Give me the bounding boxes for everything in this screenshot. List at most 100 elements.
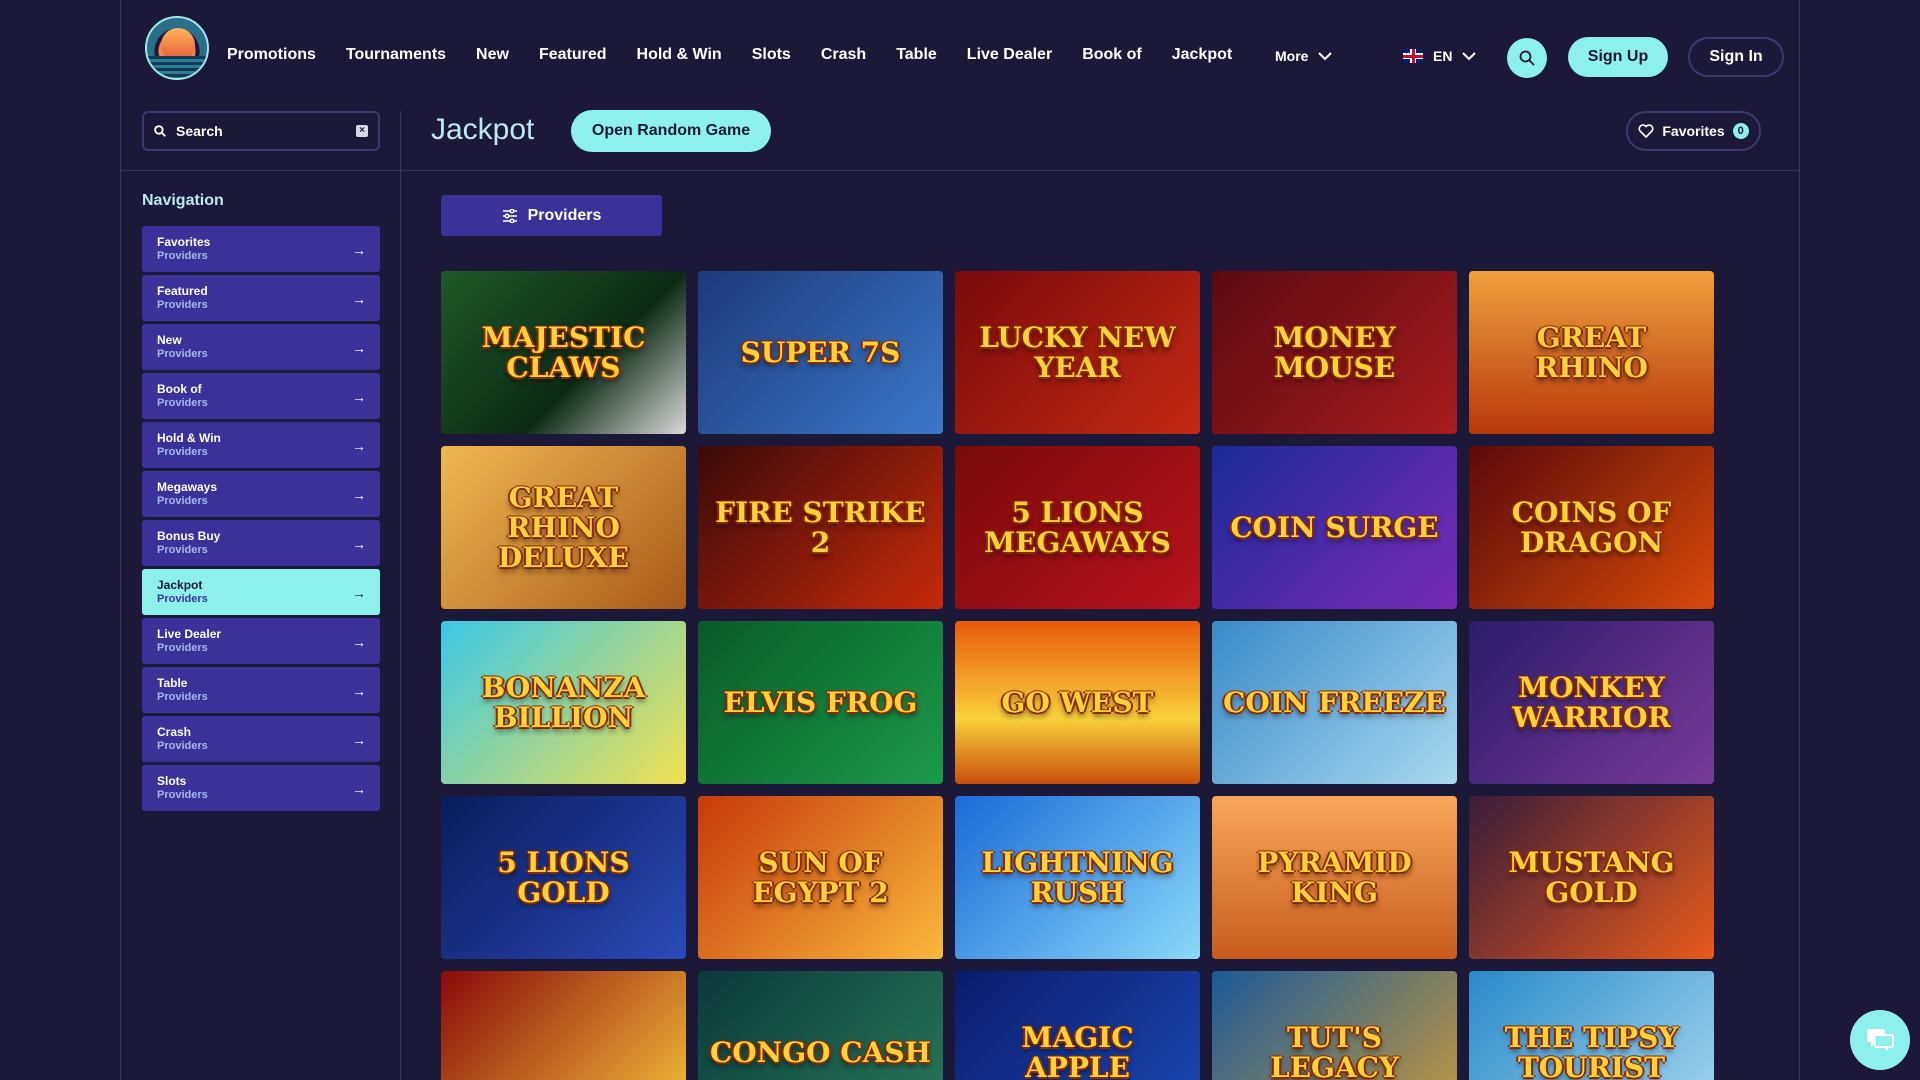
sidebar-item-bonus-buy[interactable]: Bonus Buy Providers →	[142, 520, 380, 566]
sidebar-item-title: Hold & Win	[157, 431, 221, 445]
logo[interactable]	[145, 16, 209, 80]
sidebar-item-title: New	[157, 333, 182, 347]
game-tile[interactable]: Sun of Egypt 2	[698, 796, 943, 959]
game-title: Coin Freeze	[1223, 685, 1446, 719]
uk-flag-icon	[1403, 49, 1423, 63]
nav-new[interactable]: New	[476, 46, 509, 64]
game-tile[interactable]: Elvis Frog	[698, 621, 943, 784]
sidebar-item-subtitle: Providers	[157, 642, 208, 654]
favorites-button[interactable]: Favorites 0	[1626, 111, 1761, 151]
game-title: Magic Apple	[1021, 1020, 1134, 1080]
game-title: The Tipsy Tourist	[1504, 1020, 1679, 1080]
game-tile[interactable]: Monkey Warrior	[1469, 621, 1714, 784]
page-frame: Promotions Tournaments New Featured Hold…	[120, 0, 1801, 1080]
game-tile[interactable]: Lightning Rush	[955, 796, 1200, 959]
sidebar-item-title: Bonus Buy	[157, 529, 221, 543]
language-selector[interactable]: EN	[1403, 48, 1477, 64]
game-title: 5 Lions Gold	[497, 845, 630, 909]
game-tile[interactable]: Majestic Claws	[441, 271, 686, 434]
providers-filter-button[interactable]: Providers	[441, 195, 662, 236]
sidebar-item-title: Slots	[157, 774, 187, 788]
chat-icon	[1867, 1029, 1894, 1051]
sidebar-item-title: Live Dealer	[157, 627, 222, 641]
sidebar-item-hold-win[interactable]: Hold & Win Providers →	[142, 422, 380, 468]
sidebar-item-favorites[interactable]: Favorites Providers →	[142, 226, 380, 272]
nav-table[interactable]: Table	[896, 46, 937, 64]
game-tile[interactable]: Money Mouse	[1212, 271, 1457, 434]
game-title: Great Rhino	[1535, 320, 1648, 384]
sidebar-item-new[interactable]: New Providers →	[142, 324, 380, 370]
game-title: Coin Surge	[1230, 510, 1439, 544]
open-random-game-button[interactable]: Open Random Game	[571, 110, 771, 152]
game-tile[interactable]: Fire Strike 2	[698, 446, 943, 609]
sidebar-item-featured[interactable]: Featured Providers →	[142, 275, 380, 321]
chevron-down-icon	[1318, 51, 1333, 60]
header-search-button[interactable]	[1507, 38, 1547, 78]
arrow-right-icon: →	[352, 683, 366, 699]
sidebar-item-jackpot[interactable]: Jackpot Providers →	[142, 569, 380, 615]
game-tile[interactable]: Coin Surge	[1212, 446, 1457, 609]
search-icon	[1519, 50, 1535, 66]
sidebar-item-book-of[interactable]: Book of Providers →	[142, 373, 380, 419]
game-tile[interactable]: Coin Freeze	[1212, 621, 1457, 784]
nav-slots[interactable]: Slots	[752, 46, 791, 64]
game-title: Congo Cash	[709, 1035, 931, 1069]
nav-hold-and-win[interactable]: Hold & Win	[637, 46, 722, 64]
sign-in-button[interactable]: Sign In	[1688, 37, 1784, 77]
game-tile[interactable]: Tut's Legacy	[1212, 971, 1457, 1080]
game-tile[interactable]: Pyramid King	[1212, 796, 1457, 959]
game-title: Elvis Frog	[723, 685, 918, 719]
sidebar-item-subtitle: Providers	[157, 593, 208, 605]
game-tile[interactable]: Great Rhino Deluxe	[441, 446, 686, 609]
logo-sea-icon	[147, 56, 207, 78]
sidebar-item-title: Crash	[157, 725, 192, 739]
game-tile[interactable]	[441, 971, 686, 1080]
arrow-right-icon: →	[352, 781, 366, 797]
sidebar-item-subtitle: Providers	[157, 740, 208, 752]
sliders-icon	[502, 208, 517, 223]
nav-promotions[interactable]: Promotions	[227, 46, 316, 64]
sidebar-item-megaways[interactable]: Megaways Providers →	[142, 471, 380, 517]
sidebar-search-input[interactable]: Search ×	[142, 111, 380, 151]
game-title: Sun of Egypt 2	[752, 845, 889, 909]
arrow-right-icon: →	[352, 585, 366, 601]
game-tile[interactable]: Bonanza Billion	[441, 621, 686, 784]
game-tile[interactable]: Mustang Gold	[1469, 796, 1714, 959]
arrow-right-icon: →	[352, 732, 366, 748]
nav-tournaments[interactable]: Tournaments	[346, 46, 446, 64]
game-tile[interactable]: 5 Lions Megaways	[955, 446, 1200, 609]
clear-search-icon[interactable]: ×	[356, 125, 368, 137]
game-tile[interactable]: Super 7s	[698, 271, 943, 434]
navigation-heading: Navigation	[142, 192, 224, 209]
sidebar-item-subtitle: Providers	[157, 789, 208, 801]
favorites-label: Favorites	[1662, 123, 1725, 139]
game-title: Money Mouse	[1273, 320, 1396, 384]
sidebar-item-slots[interactable]: Slots Providers →	[142, 765, 380, 811]
game-tile[interactable]: Lucky New Year	[955, 271, 1200, 434]
more-menu[interactable]: More	[1275, 48, 1333, 64]
game-tile[interactable]: 5 Lions Gold	[441, 796, 686, 959]
chat-button[interactable]	[1850, 1010, 1910, 1070]
nav-live-dealer[interactable]: Live Dealer	[967, 46, 1052, 64]
game-tile[interactable]: Coins of Dragon	[1469, 446, 1714, 609]
sidebar-item-subtitle: Providers	[157, 691, 208, 703]
sign-up-button[interactable]: Sign Up	[1568, 37, 1668, 77]
nav-featured[interactable]: Featured	[539, 46, 607, 64]
game-tile[interactable]: Congo Cash	[698, 971, 943, 1080]
nav-crash[interactable]: Crash	[821, 46, 866, 64]
favorites-count-badge: 0	[1732, 123, 1749, 139]
sidebar-item-live-dealer[interactable]: Live Dealer Providers →	[142, 618, 380, 664]
nav-book-of[interactable]: Book of	[1082, 46, 1142, 64]
sidebar-item-table[interactable]: Table Providers →	[142, 667, 380, 713]
game-title: Go West	[1001, 685, 1154, 719]
game-tile[interactable]: The Tipsy Tourist	[1469, 971, 1714, 1080]
page-title: Jackpot	[431, 113, 535, 146]
game-tile[interactable]: Great Rhino	[1469, 271, 1714, 434]
header: Promotions Tournaments New Featured Hold…	[121, 0, 1801, 115]
sidebar-item-title: Megaways	[157, 480, 218, 494]
sidebar-item-crash[interactable]: Crash Providers →	[142, 716, 380, 762]
nav-jackpot[interactable]: Jackpot	[1172, 46, 1232, 64]
game-tile[interactable]: Go West	[955, 621, 1200, 784]
arrow-right-icon: →	[352, 389, 366, 405]
game-tile[interactable]: Magic Apple	[955, 971, 1200, 1080]
